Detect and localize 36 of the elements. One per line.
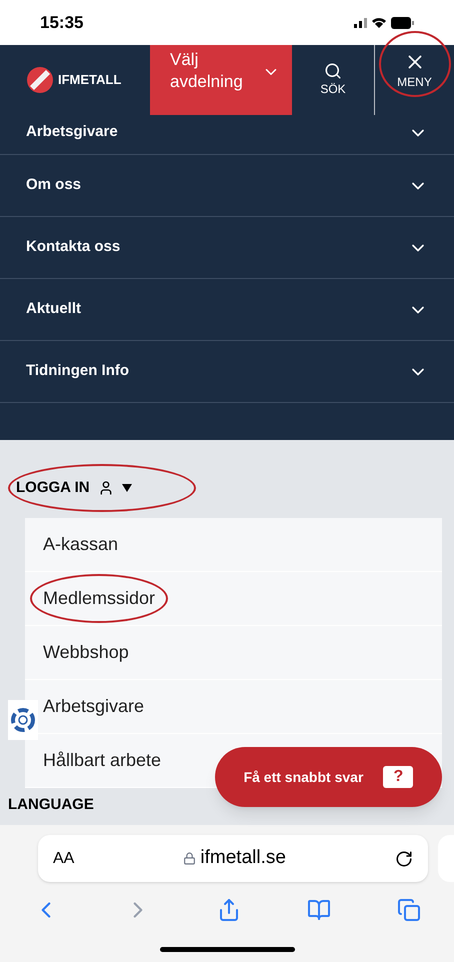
battery-icon — [391, 16, 414, 28]
wifi-icon — [372, 18, 386, 28]
login-menu-link[interactable]: A-kassan — [41, 520, 120, 569]
bookmarks-icon[interactable] — [307, 898, 331, 922]
lock-icon — [183, 852, 196, 865]
menu-item[interactable]: Kontakta oss — [0, 217, 454, 279]
language-heading: LANGUAGE — [8, 796, 95, 814]
logo-text: IFMETALL — [58, 71, 122, 90]
menu-item[interactable]: Arbetsgivare — [0, 115, 454, 155]
login-menu-link[interactable]: Hållbart arbete — [41, 736, 164, 785]
text-size-button[interactable]: AA — [53, 846, 74, 870]
login-toggle[interactable]: LOGGA IN — [8, 464, 196, 512]
address-bar[interactable]: AA ifmetall.se — [38, 835, 428, 882]
login-menu-link[interactable]: Medlemssidor — [30, 574, 168, 623]
search-icon — [324, 62, 342, 80]
signal-icon — [354, 18, 367, 28]
url-text: ifmetall.se — [200, 846, 286, 870]
accessibility-widget[interactable] — [8, 700, 38, 740]
chat-button[interactable]: Få ett snabbt svar ? — [215, 747, 442, 807]
user-icon — [98, 480, 114, 496]
status-time: 15:35 — [40, 12, 84, 34]
menu-button[interactable]: MENY — [378, 31, 450, 97]
menu-item[interactable]: Tidningen Info — [0, 341, 454, 403]
accessibility-icon — [10, 707, 36, 733]
menu-item[interactable]: Om oss — [0, 155, 454, 217]
logo-icon — [26, 66, 54, 94]
menu-item[interactable]: Aktuellt — [0, 279, 454, 341]
login-menu-link[interactable]: Webbshop — [41, 628, 131, 677]
question-bubble-icon: ? — [383, 766, 414, 788]
share-icon[interactable] — [217, 898, 241, 922]
login-menu-link[interactable]: Arbetsgivare — [41, 682, 146, 731]
tabs-icon[interactable] — [397, 898, 421, 922]
search-button[interactable]: SÖK — [292, 45, 374, 115]
reload-icon[interactable] — [395, 850, 413, 868]
caret-icon — [122, 484, 132, 492]
branch-select[interactable]: Välj avdelning — [150, 45, 292, 115]
